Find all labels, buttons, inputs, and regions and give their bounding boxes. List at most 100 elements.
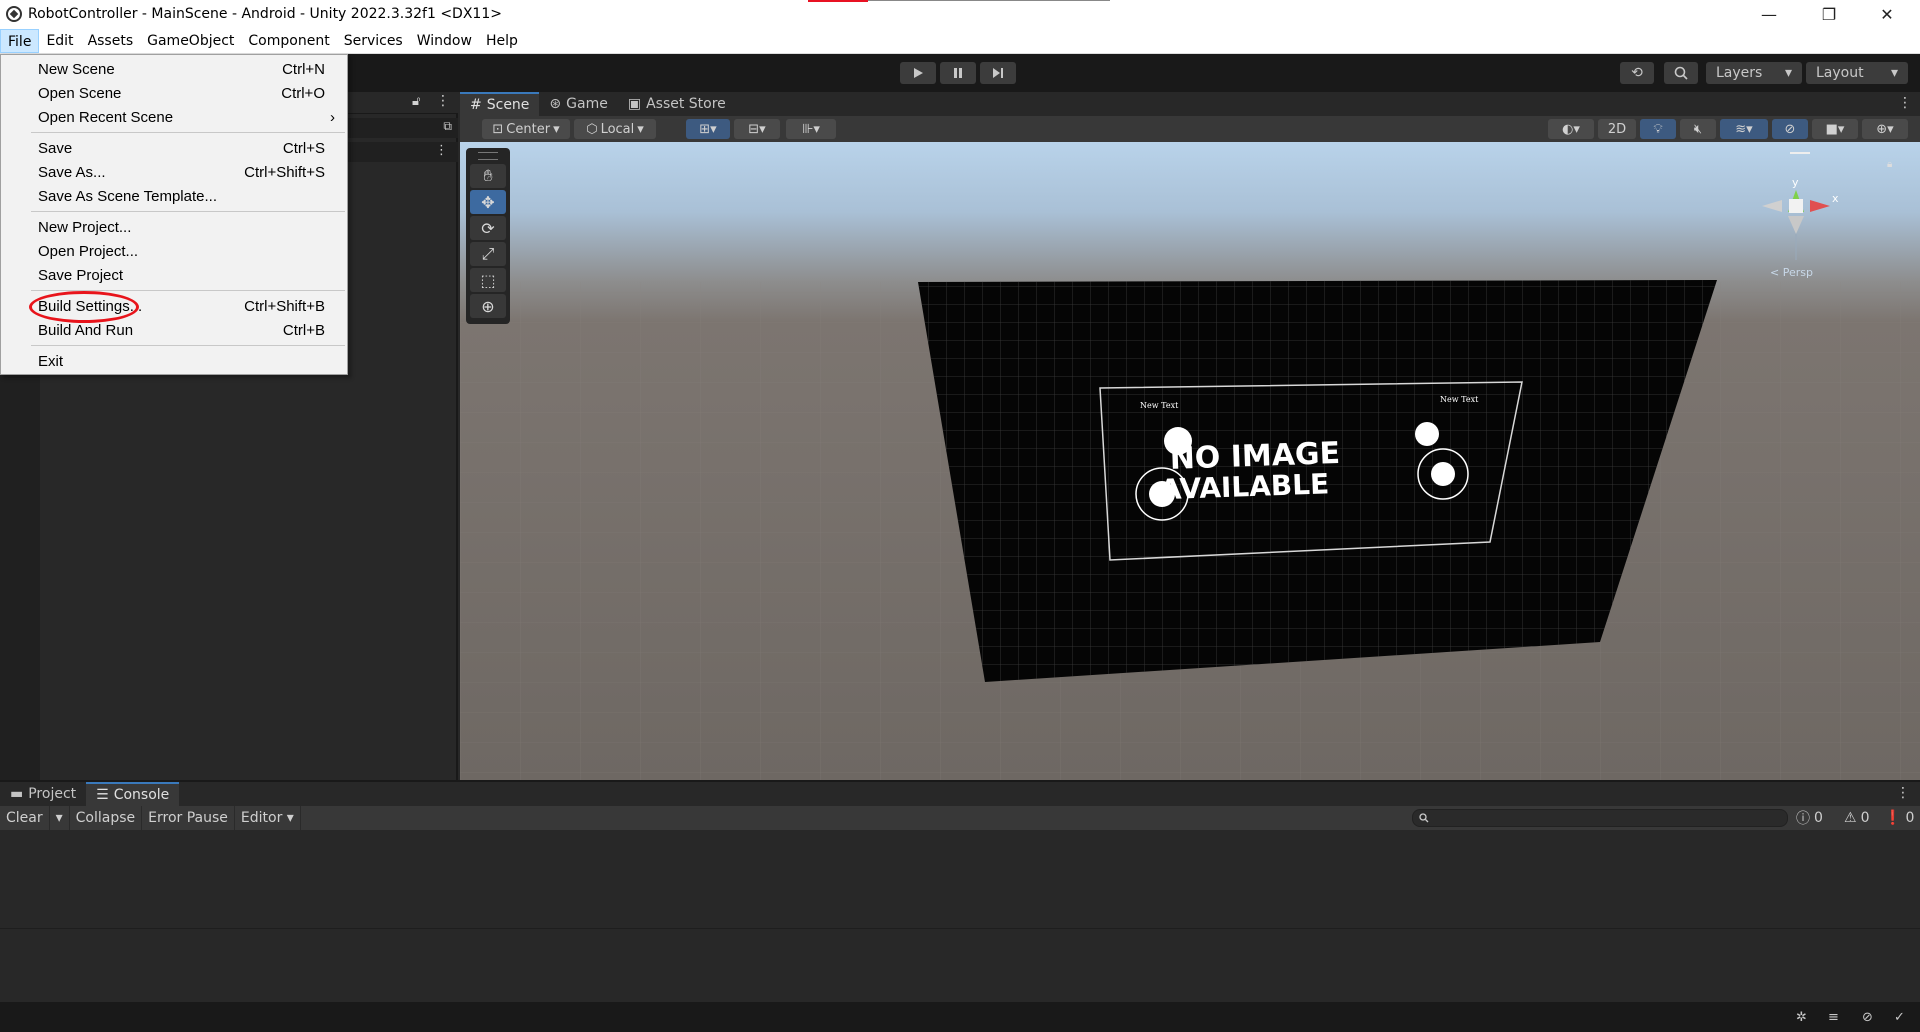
kebab-menu-icon[interactable]: ⋮ [436,93,450,109]
step-button[interactable] [980,62,1016,84]
history-icon: ⟲ [1631,65,1643,81]
axis-y-label: y [1792,176,1799,189]
tab-scene[interactable]: # Scene [460,92,540,116]
transform-tool-button[interactable]: ⊕ [470,294,506,318]
file-menu-dropdown: New Scene Ctrl+N Open Scene Ctrl+O Open … [0,54,348,375]
lighting-toggle[interactable]: 💡︎ [1640,119,1676,139]
draw-mode-dropdown[interactable]: ◐▾ [1548,119,1594,139]
tab-console[interactable]: ☰ Console [86,782,180,806]
warning-counter[interactable]: ⚠ 0 [1844,808,1869,828]
warning-icon: ⚠ [1844,810,1857,826]
grid-snap-button[interactable]: ⊞▾ [686,119,730,139]
log-count: 0 [1814,810,1823,826]
layout-dropdown[interactable]: Layout ▾ [1806,62,1908,84]
scene-tab-bar: # Scene ⊛ Game ▣ Asset Store ⋮ [460,92,1920,116]
hand-tool-button[interactable]: ✋︎ [470,164,506,188]
canvas-plane[interactable]: New Text New Text NO IMAGE AVAILABLE [918,280,1717,682]
stack-icon[interactable]: ≡ [1828,1010,1844,1025]
menu-item-save-as-template[interactable]: Save As Scene Template... [1,184,347,208]
menu-item-save-project[interactable]: Save Project [1,263,347,287]
pivot-label: Center [506,121,551,137]
editor-label: Editor [240,810,283,826]
error-pause-button[interactable]: Error Pause [142,806,235,830]
info-icon: ⓘ [1796,811,1810,827]
check-icon[interactable]: ✓ [1894,1010,1910,1025]
camera-dropdown[interactable]: ■▾ [1812,119,1858,139]
effects-dropdown[interactable]: ≋▾ [1720,119,1768,139]
tab-asset-store[interactable]: ▣ Asset Store [618,92,736,116]
layers-label: Layers [1716,65,1763,81]
create-scene-icon[interactable]: ⧉ [443,119,452,134]
menu-item-save[interactable]: Save Ctrl+S [1,136,347,160]
menu-item-open-scene[interactable]: Open Scene Ctrl+O [1,81,347,105]
scene-options-icon[interactable]: ⋮ [435,143,448,158]
debug-off-icon[interactable]: ⊘ [1862,1010,1878,1025]
kebab-menu-icon[interactable]: ⋮ [1896,785,1910,801]
kebab-menu-icon[interactable]: ⋮ [1898,95,1912,111]
gizmos-dropdown[interactable]: ⊕▾ [1862,119,1908,139]
scene-render: New Text New Text NO IMAGE AVAILABLE y x… [460,152,1920,780]
increment-snap-button[interactable]: ⊟▾ [734,119,780,139]
console-search-input[interactable] [1412,809,1788,827]
audio-toggle[interactable]: 🔇︎ [1680,119,1716,139]
hierarchy-search-row[interactable]: ⧉ [340,118,458,138]
chevron-down-icon: ▾ [1890,65,1898,81]
play-button[interactable] [900,62,936,84]
clear-button[interactable]: Clear [0,806,50,830]
rect-tool-button[interactable]: ⬚ [470,268,506,292]
pause-button[interactable] [940,62,976,84]
tab-game[interactable]: ⊛ Game [539,92,617,116]
menu-item-open-project[interactable]: Open Project... [1,239,347,263]
menu-services[interactable]: Services [337,29,410,53]
toggle-2d-button[interactable]: 2D [1598,119,1636,139]
scene-viewport[interactable]: New Text New Text NO IMAGE AVAILABLE y x… [460,142,1920,780]
maximize-button[interactable]: ❐ [1800,0,1858,28]
menu-component[interactable]: Component [241,29,336,53]
menu-window[interactable]: Window [410,29,479,53]
layout-label: Layout [1816,65,1864,81]
rotate-tool-button[interactable]: ⟳ [470,216,506,240]
menu-item-exit[interactable]: Exit [1,349,347,373]
camera-icon: ■▾ [1825,121,1845,137]
menu-item-build-and-run[interactable]: Build And Run Ctrl+B [1,318,347,342]
scale-tool-button[interactable]: ⤢ [470,242,506,266]
menu-edit[interactable]: Edit [39,29,80,53]
gizmo-icon: ⊕▾ [1876,121,1894,137]
menu-file[interactable]: File [0,28,40,53]
search-button[interactable] [1664,62,1698,84]
collapse-button[interactable]: Collapse [70,806,143,830]
close-button[interactable]: ✕ [1858,0,1916,28]
title-accent-line [808,0,868,2]
error-counter[interactable]: ❗ 0 [1884,808,1914,828]
gizmo-lock-icon[interactable]: 🔒︎ [1887,159,1892,170]
bug-icon[interactable]: ✲ [1796,1010,1812,1025]
tab-project[interactable]: ▬ Project [0,782,86,806]
overlay-grip[interactable] [478,152,498,160]
layers-dropdown[interactable]: Layers ▾ [1706,62,1802,84]
persp-label[interactable]: < Persp [1770,266,1813,279]
lock-icon[interactable]: 🔓︎ [412,94,420,109]
move-tool-button[interactable]: ✥ [470,190,506,214]
minimize-button[interactable]: — [1740,0,1798,28]
orientation-gizmo[interactable]: y x < Persp [1762,176,1839,279]
ruler-snap-button[interactable]: ⊪▾ [786,119,836,139]
editor-dropdown[interactable]: Editor ▾ [235,806,301,830]
menu-assets[interactable]: Assets [81,29,141,53]
menu-item-new-project[interactable]: New Project... [1,215,347,239]
menu-gameobject[interactable]: GameObject [140,29,241,53]
gizmo-grip[interactable] [1790,152,1810,154]
menu-help[interactable]: Help [479,29,525,53]
space-dropdown[interactable]: ⬡ Local ▾ [574,119,656,139]
scale-icon: ⤢ [481,244,495,263]
clear-options-dropdown[interactable]: ▾ [50,806,70,830]
log-counter[interactable]: ⓘ 0 [1796,808,1823,828]
pivot-dropdown[interactable]: ⊡ Center ▾ [482,119,570,139]
menu-item-new-scene[interactable]: New Scene Ctrl+N [1,57,347,81]
error-icon: ❗ [1884,810,1902,826]
console-splitter[interactable] [0,928,1920,929]
menu-item-save-as[interactable]: Save As... Ctrl+Shift+S [1,160,347,184]
menu-item-open-recent-scene[interactable]: Open Recent Scene › [1,105,347,129]
hierarchy-scene-row[interactable]: ⋮ [340,142,458,162]
history-button[interactable]: ⟲ [1620,62,1654,84]
visibility-toggle[interactable]: ⊘ [1772,119,1808,139]
